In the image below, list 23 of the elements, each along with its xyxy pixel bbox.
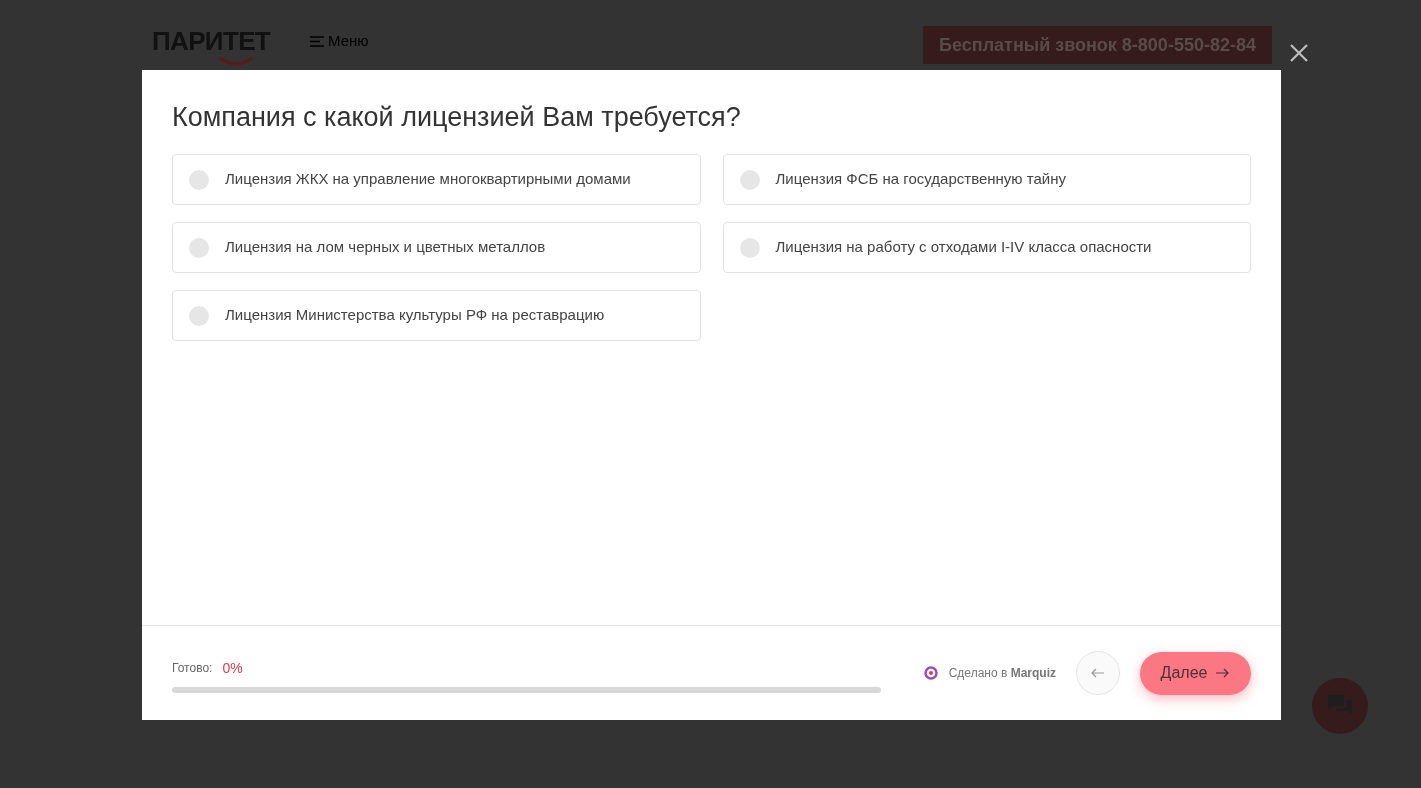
progress-value: 0% bbox=[222, 658, 243, 678]
radio-button[interactable] bbox=[189, 169, 209, 190]
answer-option[interactable]: Лицензия Министерства культуры РФ на реставрацию bbox=[172, 290, 701, 341]
radio-button[interactable] bbox=[739, 237, 760, 258]
radio-button[interactable] bbox=[189, 305, 209, 326]
answer-option[interactable]: Лицензия на работу с отходами I-IV класса опасности bbox=[722, 222, 1251, 273]
chat-button[interactable] bbox=[1312, 678, 1368, 734]
made-in-link[interactable]: Сделано в Marquiz bbox=[948, 664, 1056, 682]
menu-icon bbox=[310, 35, 325, 47]
radio-button[interactable] bbox=[189, 237, 209, 258]
progress-label: Готово: bbox=[172, 660, 213, 677]
close-icon[interactable] bbox=[1290, 44, 1308, 62]
next-button[interactable]: Далее bbox=[1140, 651, 1251, 695]
answer-option[interactable]: Лицензия на лом черных и цветных металлов bbox=[172, 222, 701, 273]
answer-option[interactable]: Лицензия ФСБ на государственную тайну bbox=[722, 154, 1251, 205]
arrow-left-icon bbox=[1091, 668, 1105, 678]
answer-option[interactable]: Лицензия ЖКХ на управление многоквартирными домами bbox=[172, 154, 701, 205]
back-button[interactable] bbox=[1076, 651, 1120, 695]
marquiz-logo-icon bbox=[923, 666, 938, 680]
radio-button[interactable] bbox=[739, 169, 760, 190]
arrow-right-icon bbox=[1215, 668, 1231, 678]
question-title: Компания с какой лицензией Вам требуется? bbox=[172, 101, 742, 134]
smile-icon bbox=[218, 56, 255, 66]
